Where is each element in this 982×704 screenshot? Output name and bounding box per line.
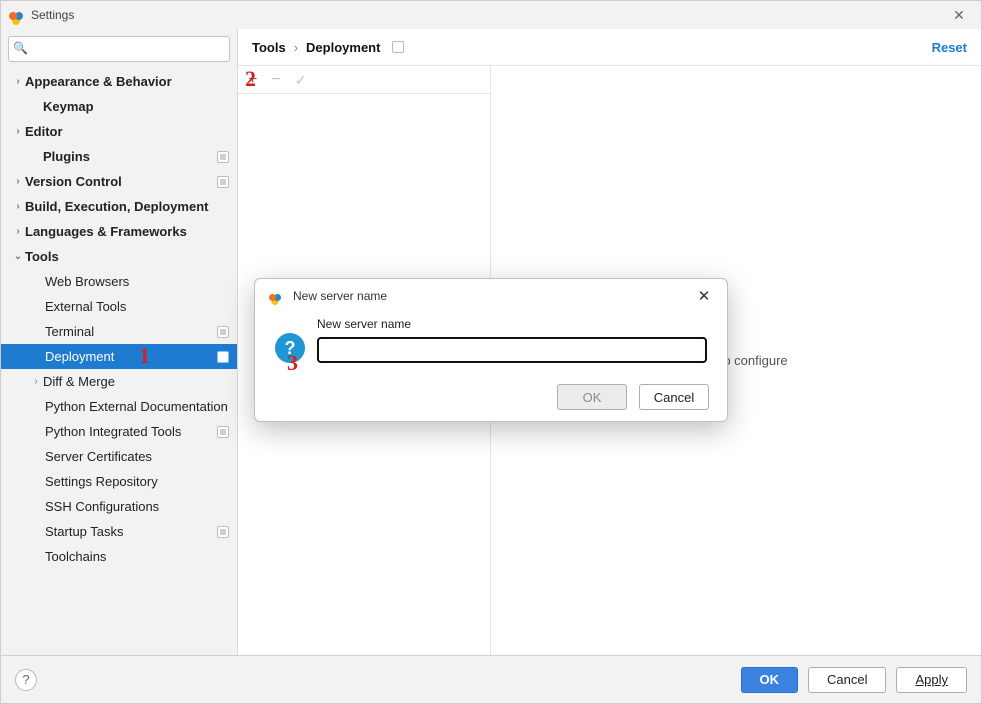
dialog-field: New server name [317, 317, 707, 363]
server-name-label: New server name [317, 317, 707, 331]
module-badge-icon [217, 326, 229, 338]
tree-item-plugins[interactable]: Plugins [1, 144, 237, 169]
tree-item-python-integrated-tools[interactable]: Python Integrated Tools [1, 419, 237, 444]
chevron-icon: › [11, 126, 25, 137]
tree-item-deployment[interactable]: Deployment [1, 344, 237, 369]
tree-item-python-external-documentation[interactable]: Python External Documentation [1, 394, 237, 419]
tree-item-label: Deployment [45, 349, 114, 364]
chevron-icon: › [11, 176, 25, 187]
titlebar: Settings ✕ [1, 1, 981, 29]
search: 🔍 [8, 36, 230, 62]
breadcrumb-part: Deployment [306, 40, 380, 55]
tree-item-external-tools[interactable]: External Tools [1, 294, 237, 319]
module-badge-icon [217, 526, 229, 538]
close-icon[interactable]: ✕ [945, 7, 973, 24]
tree-item-label: Languages & Frameworks [25, 224, 187, 239]
module-badge-icon [217, 426, 229, 438]
dialog-title: New server name [293, 289, 387, 303]
module-badge-icon [217, 151, 229, 163]
question-icon: ? [275, 333, 305, 363]
module-badge-icon [392, 41, 404, 53]
remove-server-button[interactable]: − [271, 72, 280, 88]
content-header: Tools › Deployment Reset [238, 29, 981, 65]
tree-item-web-browsers[interactable]: Web Browsers [1, 269, 237, 294]
tree-item-version-control[interactable]: ›Version Control [1, 169, 237, 194]
help-button[interactable]: ? [15, 669, 37, 691]
tree-item-label: SSH Configurations [45, 499, 159, 514]
dialog-cancel-button[interactable]: Cancel [639, 384, 709, 410]
footer: ? OK Cancel Apply [1, 655, 981, 703]
tree-item-tools[interactable]: ⌄Tools [1, 244, 237, 269]
tree-item-settings-repository[interactable]: Settings Repository [1, 469, 237, 494]
breadcrumb: Tools › Deployment [252, 40, 404, 55]
deployment-toolbar: + − ✓ [238, 66, 490, 94]
tree-item-label: Build, Execution, Deployment [25, 199, 208, 214]
tree-item-label: External Tools [45, 299, 126, 314]
tree-item-startup-tasks[interactable]: Startup Tasks [1, 519, 237, 544]
tree-item-appearance-behavior[interactable]: ›Appearance & Behavior [1, 69, 237, 94]
cancel-button[interactable]: Cancel [808, 667, 886, 693]
search-wrap: 🔍 [1, 29, 237, 69]
tree-item-label: Python Integrated Tools [45, 424, 181, 439]
chevron-icon: ⌄ [11, 251, 25, 262]
tree-item-build-execution-deployment[interactable]: ›Build, Execution, Deployment [1, 194, 237, 219]
tree-item-label: Toolchains [45, 549, 106, 564]
add-server-button[interactable]: + [248, 72, 257, 88]
tree-item-label: Web Browsers [45, 274, 129, 289]
tree-item-toolchains[interactable]: Toolchains [1, 544, 237, 569]
tree-item-label: Editor [25, 124, 63, 139]
tree-item-label: Startup Tasks [45, 524, 124, 539]
settings-tree[interactable]: ›Appearance & BehaviorKeymap›EditorPlugi… [1, 69, 237, 655]
tree-item-languages-frameworks[interactable]: ›Languages & Frameworks [1, 219, 237, 244]
tree-item-label: Keymap [43, 99, 94, 114]
chevron-icon: › [11, 226, 25, 237]
tree-item-label: Diff & Merge [43, 374, 115, 389]
new-server-dialog: New server name ✕ ? New server name OK C… [254, 278, 728, 422]
tree-item-diff-merge[interactable]: ›Diff & Merge [1, 369, 237, 394]
window-title: Settings [31, 8, 74, 22]
apply-button[interactable]: Apply [896, 667, 967, 693]
dialog-ok-button[interactable]: OK [557, 384, 627, 410]
tree-item-terminal[interactable]: Terminal [1, 319, 237, 344]
breadcrumb-sep: › [294, 40, 298, 55]
reset-link[interactable]: Reset [932, 40, 967, 55]
tree-item-label: Version Control [25, 174, 122, 189]
tree-item-label: Appearance & Behavior [25, 74, 172, 89]
app-icon [9, 7, 25, 23]
ok-button[interactable]: OK [741, 667, 799, 693]
breadcrumb-part: Tools [252, 40, 286, 55]
dialog-titlebar: New server name ✕ [255, 279, 727, 313]
chevron-icon: › [11, 76, 25, 87]
tree-item-ssh-configurations[interactable]: SSH Configurations [1, 494, 237, 519]
tree-item-label: Tools [25, 249, 59, 264]
tree-item-label: Settings Repository [45, 474, 158, 489]
tree-item-editor[interactable]: ›Editor [1, 119, 237, 144]
tree-item-label: Python External Documentation [45, 399, 228, 414]
tree-item-keymap[interactable]: Keymap [1, 94, 237, 119]
search-input[interactable] [8, 36, 230, 62]
tree-item-server-certificates[interactable]: Server Certificates [1, 444, 237, 469]
server-name-input[interactable] [317, 337, 707, 363]
dialog-footer: OK Cancel [255, 373, 727, 421]
sidebar: 🔍 ›Appearance & BehaviorKeymap›EditorPlu… [1, 29, 238, 655]
tree-item-label: Server Certificates [45, 449, 152, 464]
app-icon [269, 288, 285, 304]
tree-item-label: Plugins [43, 149, 90, 164]
chevron-icon: › [11, 201, 25, 212]
set-default-button[interactable]: ✓ [295, 73, 307, 87]
chevron-icon: › [29, 376, 43, 387]
dialog-body: ? New server name [255, 313, 727, 373]
search-icon: 🔍 [13, 41, 28, 55]
tree-item-label: Terminal [45, 324, 94, 339]
module-badge-icon [217, 176, 229, 188]
module-badge-icon [217, 351, 229, 363]
close-icon[interactable]: ✕ [693, 287, 715, 305]
